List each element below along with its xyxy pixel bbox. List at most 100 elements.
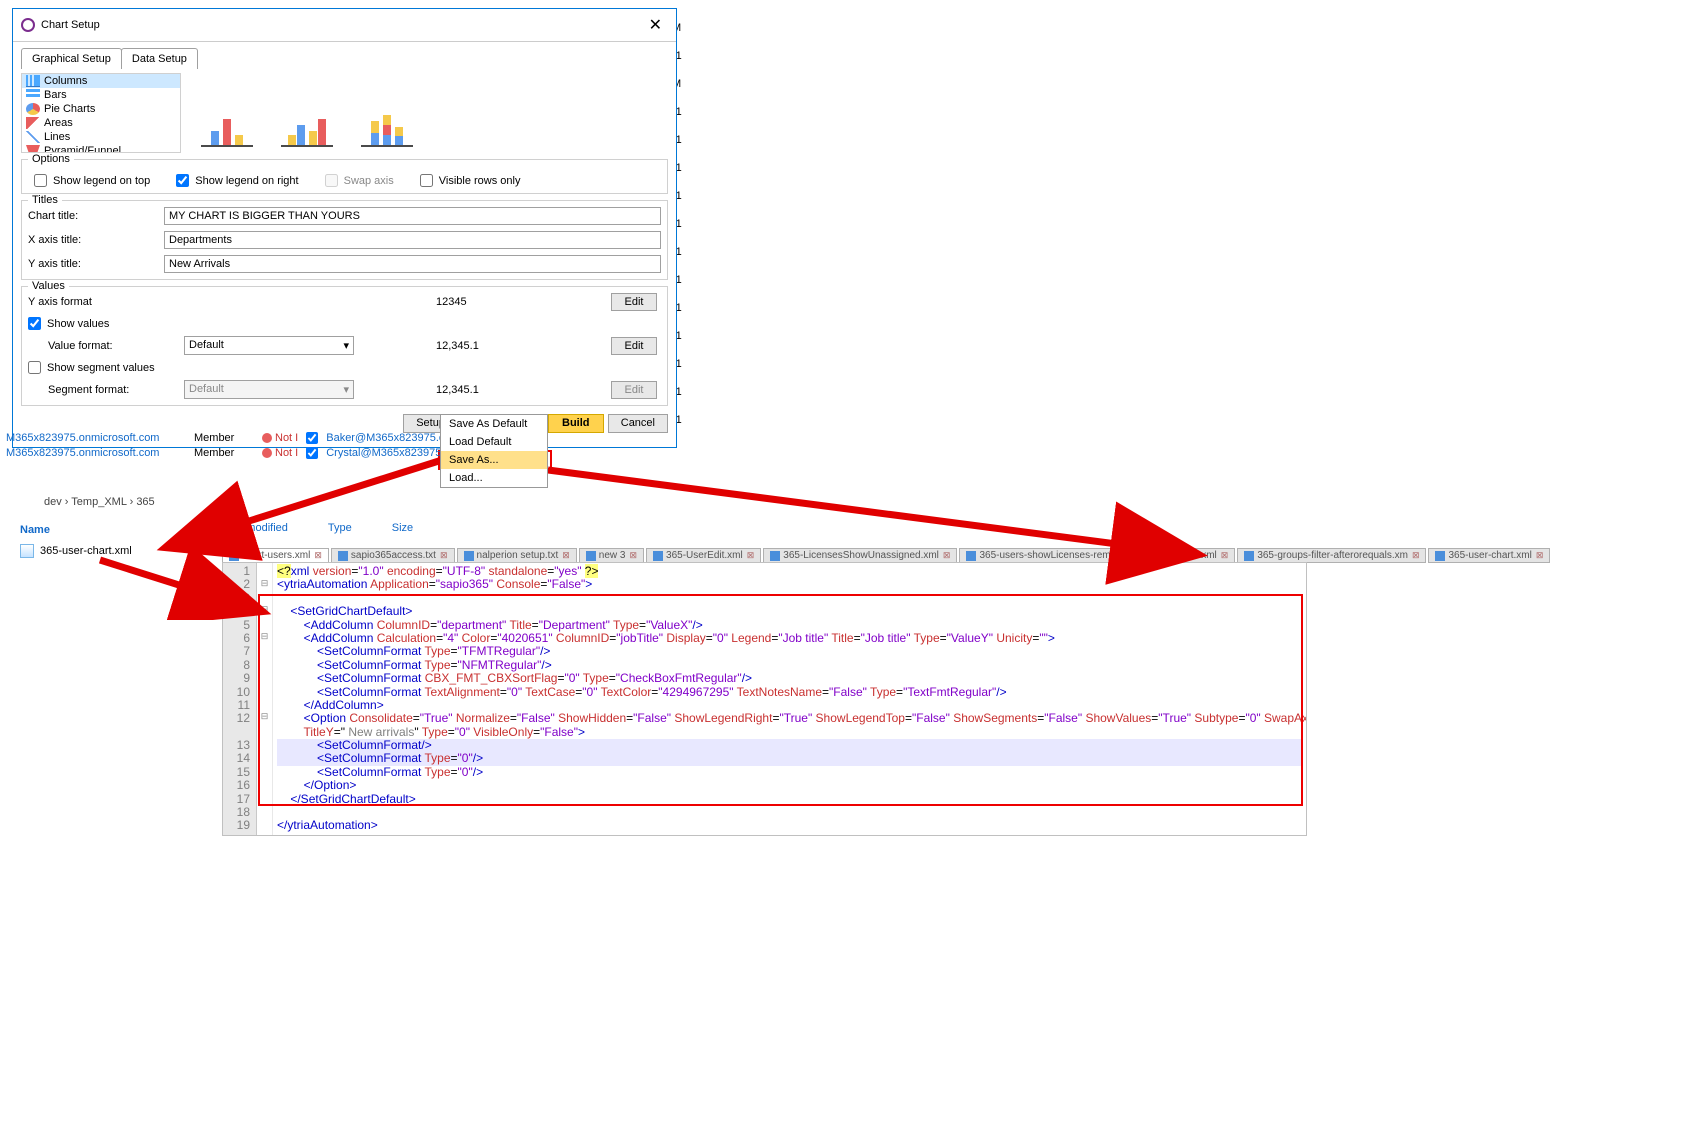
- close-icon[interactable]: ⊠: [1536, 550, 1544, 561]
- menu-save-as[interactable]: Save As...: [441, 451, 547, 469]
- menu-load[interactable]: Load...: [441, 469, 547, 487]
- preview-2[interactable]: [281, 113, 333, 147]
- checkbox-legend-top[interactable]: Show legend on top: [34, 174, 150, 187]
- file-row[interactable]: 365-user-chart.xml: [14, 540, 214, 562]
- x-axis-label: X axis title:: [28, 234, 158, 246]
- columns-icon: [26, 75, 40, 87]
- editor-tabs: chart-users.xml⊠sapio365access.txt⊠nalpe…: [222, 548, 1550, 563]
- breadcrumb[interactable]: dev › Temp_XML › 365: [44, 496, 155, 508]
- chart-type-bars[interactable]: Bars: [22, 88, 180, 102]
- file-icon: [229, 551, 239, 561]
- file-icon: [770, 551, 780, 561]
- close-icon[interactable]: ⊠: [747, 550, 755, 561]
- file-icon: [1435, 551, 1445, 561]
- chart-type-list[interactable]: Columns Bars Pie Charts Areas Lines Pyra…: [21, 73, 181, 153]
- file-icon: [966, 551, 976, 561]
- checkbox-visible-only[interactable]: Visible rows only: [420, 174, 521, 187]
- tab-graphical-setup[interactable]: Graphical Setup: [21, 48, 122, 69]
- chart-type-pie[interactable]: Pie Charts: [22, 102, 180, 116]
- file-header: Name: [14, 520, 214, 540]
- chart-title-label: Chart title:: [28, 210, 158, 222]
- table-row: M365x823975.onmicrosoft.com Member Not I…: [0, 445, 460, 460]
- menu-save-default[interactable]: Save As Default: [441, 415, 547, 433]
- chart-type-row: Columns Bars Pie Charts Areas Lines Pyra…: [21, 73, 668, 155]
- row-checkbox[interactable]: [306, 447, 318, 459]
- editor-tab[interactable]: chart-users.xml⊠: [222, 548, 329, 563]
- line-gutter: 12345678910111213141516171819: [223, 563, 257, 835]
- segment-format-edit-button: Edit: [611, 381, 657, 399]
- y-axis-input[interactable]: [164, 255, 661, 273]
- close-icon[interactable]: ⊠: [1221, 550, 1229, 561]
- editor-tab[interactable]: 365-LicensesShowUnassigned.xml⊠: [763, 548, 957, 563]
- chart-setup-dialog: Chart Setup ✕ Graphical Setup Data Setup…: [12, 8, 677, 448]
- checkbox-legend-right[interactable]: Show legend on right: [176, 174, 298, 187]
- editor-tab[interactable]: sapio365access.txt⊠: [331, 548, 455, 563]
- pie-icon: [26, 103, 40, 115]
- code-editor[interactable]: 12345678910111213141516171819 ⊟⊟⊟⊟ <?xml…: [222, 562, 1307, 836]
- options-legend: Options: [28, 153, 74, 165]
- close-icon[interactable]: ⊠: [629, 550, 637, 561]
- value-format-select[interactable]: Default▾: [184, 336, 354, 355]
- menu-load-default[interactable]: Load Default: [441, 433, 547, 451]
- status-dot-icon: [262, 433, 272, 443]
- editor-tab[interactable]: 365-users-showLicenses-removeFilterTarge…: [959, 548, 1235, 563]
- segment-format-select: Default▾: [184, 380, 354, 399]
- app-icon: [21, 18, 35, 32]
- preview-3[interactable]: [361, 113, 413, 147]
- x-axis-input[interactable]: [164, 231, 661, 249]
- chart-title-input[interactable]: [164, 207, 661, 225]
- cancel-button[interactable]: Cancel: [608, 414, 668, 433]
- chart-type-areas[interactable]: Areas: [22, 116, 180, 130]
- y-format-example: 12345: [436, 296, 605, 308]
- column-headers: Date modified Type Size: [220, 522, 413, 534]
- areas-icon: [26, 117, 40, 129]
- preview-1[interactable]: [201, 113, 253, 147]
- value-format-label: Value format:: [28, 340, 178, 352]
- checkbox-show-values[interactable]: Show values: [28, 317, 661, 330]
- segment-format-example: 12,345.1: [436, 384, 605, 396]
- y-format-edit-button[interactable]: Edit: [611, 293, 657, 311]
- close-icon[interactable]: ⊠: [314, 550, 322, 561]
- funnel-icon: [26, 145, 40, 153]
- chart-previews: [181, 73, 433, 155]
- editor-tab[interactable]: 365-groups-filter-afterorequals.xm⊠: [1237, 548, 1426, 563]
- chart-type-columns[interactable]: Columns: [22, 74, 180, 88]
- file-icon: [1244, 551, 1254, 561]
- close-icon[interactable]: ⊠: [943, 550, 951, 561]
- checkbox-show-segments[interactable]: Show segment values: [28, 361, 661, 374]
- background-grid-rows: M365x823975.onmicrosoft.com Member Not I…: [0, 430, 460, 460]
- chart-type-lines[interactable]: Lines: [22, 130, 180, 144]
- editor-tab[interactable]: 365-UserEdit.xml⊠: [646, 548, 761, 563]
- close-icon[interactable]: ⊠: [562, 550, 570, 561]
- editor-tab[interactable]: new 3⊠: [579, 548, 644, 563]
- chart-type-funnel[interactable]: Pyramid/Funnel: [22, 144, 180, 153]
- editor-tab[interactable]: nalperion setup.txt⊠: [457, 548, 577, 563]
- chevron-down-icon: ▾: [343, 339, 349, 352]
- close-icon[interactable]: ✕: [643, 15, 668, 35]
- status-dot-icon: [262, 448, 272, 458]
- titles-section: Titles Chart title: X axis title: Y axis…: [21, 200, 668, 280]
- file-icon: [464, 551, 474, 561]
- lines-icon: [26, 131, 40, 143]
- values-legend: Values: [28, 280, 69, 292]
- options-section: Options Show legend on top Show legend o…: [21, 159, 668, 194]
- dialog-title-text: Chart Setup: [41, 19, 100, 31]
- setup-dropdown-menu: Save As Default Load Default Save As... …: [440, 414, 548, 488]
- checkbox-swap-axis: Swap axis: [325, 174, 394, 187]
- value-format-edit-button[interactable]: Edit: [611, 337, 657, 355]
- row-checkbox[interactable]: [306, 432, 318, 444]
- tab-data-setup[interactable]: Data Setup: [121, 48, 198, 69]
- dialog-titlebar[interactable]: Chart Setup ✕: [13, 9, 676, 42]
- segment-format-label: Segment format:: [28, 384, 178, 396]
- fold-gutter[interactable]: ⊟⊟⊟⊟: [257, 563, 273, 835]
- build-button[interactable]: Build: [548, 414, 604, 433]
- dialog-tabs: Graphical Setup Data Setup: [13, 42, 676, 69]
- editor-tab[interactable]: 365-user-chart.xml⊠: [1428, 548, 1550, 563]
- bars-icon: [26, 89, 40, 101]
- file-icon: [586, 551, 596, 561]
- y-format-label: Y axis format: [28, 296, 354, 308]
- close-icon[interactable]: ⊠: [1412, 550, 1420, 561]
- close-icon[interactable]: ⊠: [440, 550, 448, 561]
- code-body[interactable]: <?xml version="1.0" encoding="UTF-8" sta…: [273, 563, 1306, 835]
- titles-legend: Titles: [28, 194, 62, 206]
